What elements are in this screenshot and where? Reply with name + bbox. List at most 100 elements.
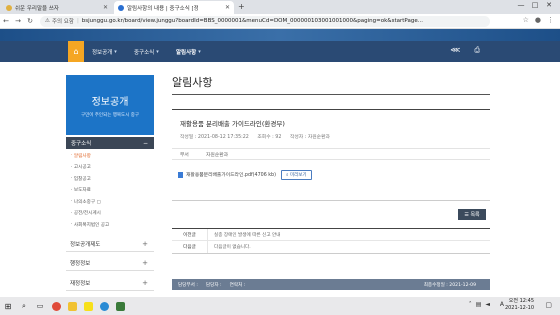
start-button[interactable]: ⊞ bbox=[0, 299, 16, 313]
browser-tab-active[interactable]: 알림사항의 내용 | 중구소식 [정 ✕ bbox=[114, 1, 234, 14]
divider bbox=[172, 200, 490, 201]
search-button[interactable]: ⌕ bbox=[16, 299, 32, 313]
last-updated: 최종수정일 : 2021-12-09 bbox=[423, 282, 476, 288]
breadcrumb-item[interactable]: 알림사항 ▾ bbox=[176, 41, 201, 62]
prev-post-link[interactable]: 실종 장애인 발생에 따른 신고 안내 bbox=[208, 232, 280, 238]
new-tab-button[interactable]: + bbox=[238, 2, 245, 11]
toolbar-icons: ☆ ● ⋮ bbox=[523, 16, 554, 24]
chat-icon bbox=[83, 301, 93, 311]
post-header: 재활용품 분리배출 가이드라인(환경부) 작성일 : 2021-08-12 17… bbox=[172, 109, 490, 143]
clock-date: 2021-12-10 bbox=[504, 305, 534, 311]
browser-tab-strip: 쉬운 우리말을 쓰자 ✕ 알림사항의 내용 | 중구소식 [정 ✕ + — □ … bbox=[0, 0, 560, 14]
post-meta: 작성일 : 2021-08-12 17:35:22 조회수 : 92 작성자 :… bbox=[180, 133, 337, 140]
url-input[interactable]: ⚠ 주의 요함 | bsjunggu.go.kr/board/view.jung… bbox=[40, 15, 490, 27]
separator: | bbox=[76, 18, 79, 24]
chevron-down-icon: ▾ bbox=[114, 48, 117, 55]
sidebar-title-box: 정보공개 구민이 주인되는 행복도시 중구 bbox=[66, 75, 154, 135]
taskbar: ⊞ ⌕ ▭ ˄ ▤ ◄ A 오전 12:45 2021-12-10 ▢ bbox=[0, 297, 560, 315]
system-tray: ˄ ▤ ◄ bbox=[469, 301, 490, 308]
share-icon[interactable]: ⋘ bbox=[450, 46, 460, 55]
folder-icon bbox=[67, 301, 77, 311]
sidebar-item[interactable]: · 공전/전시게시 bbox=[66, 208, 154, 220]
divider bbox=[172, 94, 490, 95]
list-button[interactable]: ☰ 목록 bbox=[458, 209, 486, 220]
list-icon: ☰ bbox=[464, 211, 469, 218]
minimize-button[interactable]: — bbox=[514, 1, 528, 9]
notification-icon[interactable]: ▢ bbox=[545, 301, 552, 309]
sidebar-item[interactable]: · 입찰공고 bbox=[66, 173, 154, 185]
clock[interactable]: 오전 12:45 2021-12-10 bbox=[505, 298, 534, 312]
breadcrumb-label: 정보공개 bbox=[92, 49, 113, 56]
browser-tab-inactive[interactable]: 쉬운 우리말을 쓰자 ✕ bbox=[2, 1, 112, 14]
search-icon: ⌕ bbox=[22, 301, 26, 310]
post-title: 재활용품 분리배출 가이드라인(환경부) bbox=[180, 120, 285, 128]
address-bar: ← → ↻ ⚠ 주의 요함 | bsjunggu.go.kr/board/vie… bbox=[0, 14, 560, 29]
prev-next-table: 이전글 실종 장애인 발생에 따른 신고 안내 다음글 다음글이 없습니다. bbox=[172, 228, 490, 254]
volume-icon[interactable]: ◄ bbox=[485, 301, 490, 308]
collapse-icon: − bbox=[142, 139, 148, 147]
chrome-icon bbox=[51, 301, 61, 311]
manager-dept-label: 담당부서 : bbox=[178, 282, 198, 288]
sidebar-group[interactable]: 정보공개제도 + bbox=[66, 237, 154, 252]
chevron-up-icon[interactable]: ˄ bbox=[469, 301, 472, 308]
sidebar-item[interactable]: · 보도자료 bbox=[66, 185, 154, 197]
taskbar-app-kakao[interactable] bbox=[80, 299, 96, 313]
taskbar-app-chrome[interactable] bbox=[48, 299, 64, 313]
search-icon: ⌕ bbox=[285, 172, 289, 178]
task-view-button[interactable]: ▭ bbox=[32, 299, 48, 313]
prev-post-row[interactable]: 이전글 실종 장애인 발생에 따른 신고 안내 bbox=[172, 229, 490, 241]
tab-title: 쉬운 우리말을 쓰자 bbox=[15, 5, 59, 12]
reload-icon[interactable]: ↻ bbox=[24, 17, 36, 25]
windows-icon: ⊞ bbox=[4, 301, 12, 311]
close-tab-icon[interactable]: ✕ bbox=[225, 4, 230, 11]
sidebar-submenu: · 알림사항 · 고시공고 · 입찰공고 · 보도자료 · 나의소중구 ▢ · … bbox=[66, 150, 154, 231]
department-value: 자원순환과 bbox=[206, 152, 229, 158]
sidebar-group[interactable]: 재정정보 + bbox=[66, 276, 154, 291]
menu-icon[interactable]: ⋮ bbox=[547, 16, 554, 24]
sidebar-slogan: 구민이 주인되는 행복도시 중구 bbox=[80, 113, 140, 118]
close-tab-icon[interactable]: ✕ bbox=[103, 4, 108, 11]
screen: 쉬운 우리말을 쓰자 ✕ 알림사항의 내용 | 중구소식 [정 ✕ + — □ … bbox=[0, 0, 560, 315]
clock-time: 오전 12:45 bbox=[508, 298, 534, 304]
page-title: 알림사항 bbox=[172, 76, 213, 89]
sidebar-section-header[interactable]: 중구소식 − bbox=[66, 137, 154, 149]
edge-icon bbox=[99, 301, 109, 311]
next-post-row: 다음글 다음글이 없습니다. bbox=[172, 241, 490, 253]
warning-icon: ⚠ bbox=[45, 18, 50, 24]
sidebar-item[interactable]: · 고시공고 bbox=[66, 162, 154, 174]
breadcrumb-item[interactable]: 중구소식 ▾ bbox=[134, 41, 159, 62]
close-window-button[interactable]: ✕ bbox=[542, 1, 556, 9]
sidebar-item-label: 보도자료 bbox=[73, 188, 91, 194]
taskbar-app-explorer[interactable] bbox=[64, 299, 80, 313]
post-author: 작성자 : 자원순환과 bbox=[289, 135, 330, 140]
sidebar-item-label: 고시공고 bbox=[73, 165, 91, 171]
sidebar-item[interactable]: · 나의소중구 ▢ bbox=[66, 196, 154, 208]
chevron-down-icon: ▾ bbox=[156, 48, 159, 55]
taskbar-app-photos[interactable] bbox=[112, 299, 128, 313]
profile-icon[interactable]: ● bbox=[535, 16, 541, 24]
preview-button[interactable]: ⌕ 미리보기 bbox=[280, 169, 312, 180]
expand-icon: + bbox=[142, 279, 148, 287]
forward-icon[interactable]: → bbox=[12, 17, 24, 25]
print-icon[interactable]: ⎙ bbox=[474, 46, 480, 55]
network-icon[interactable]: ▤ bbox=[476, 301, 482, 308]
sidebar-item-label: 입찰공고 bbox=[73, 176, 91, 182]
attachment-link[interactable]: 재활용품분리배출가이드라인.pdf(4706 kb) bbox=[186, 171, 276, 178]
sidebar-item[interactable]: · 사회복지법인 공고 bbox=[66, 219, 154, 231]
department-row: 부서 자원순환과 bbox=[172, 148, 490, 160]
sidebar-group[interactable]: 행정정보 + bbox=[66, 256, 154, 271]
input-language-indicator[interactable]: A bbox=[500, 301, 504, 308]
sidebar-item[interactable]: · 알림사항 bbox=[66, 150, 154, 162]
task-view-icon: ▭ bbox=[36, 302, 44, 310]
star-icon[interactable]: ☆ bbox=[523, 16, 529, 24]
home-icon[interactable]: ⌂ bbox=[68, 41, 84, 62]
taskbar-app-edge[interactable] bbox=[96, 299, 112, 313]
manager-label: 담당자 : bbox=[205, 282, 222, 288]
sidebar-title: 정보공개 bbox=[91, 97, 129, 108]
breadcrumb-item[interactable]: 정보공개 ▾ bbox=[92, 41, 117, 62]
file-icon bbox=[178, 171, 183, 178]
page-info-bar: 담당부서 : 담당자 : 연락처 : 최종수정일 : 2021-12-09 bbox=[172, 279, 490, 290]
post-views: 조회수 : 92 bbox=[257, 135, 282, 140]
back-icon[interactable]: ← bbox=[0, 17, 12, 25]
maximize-button[interactable]: □ bbox=[528, 1, 542, 9]
